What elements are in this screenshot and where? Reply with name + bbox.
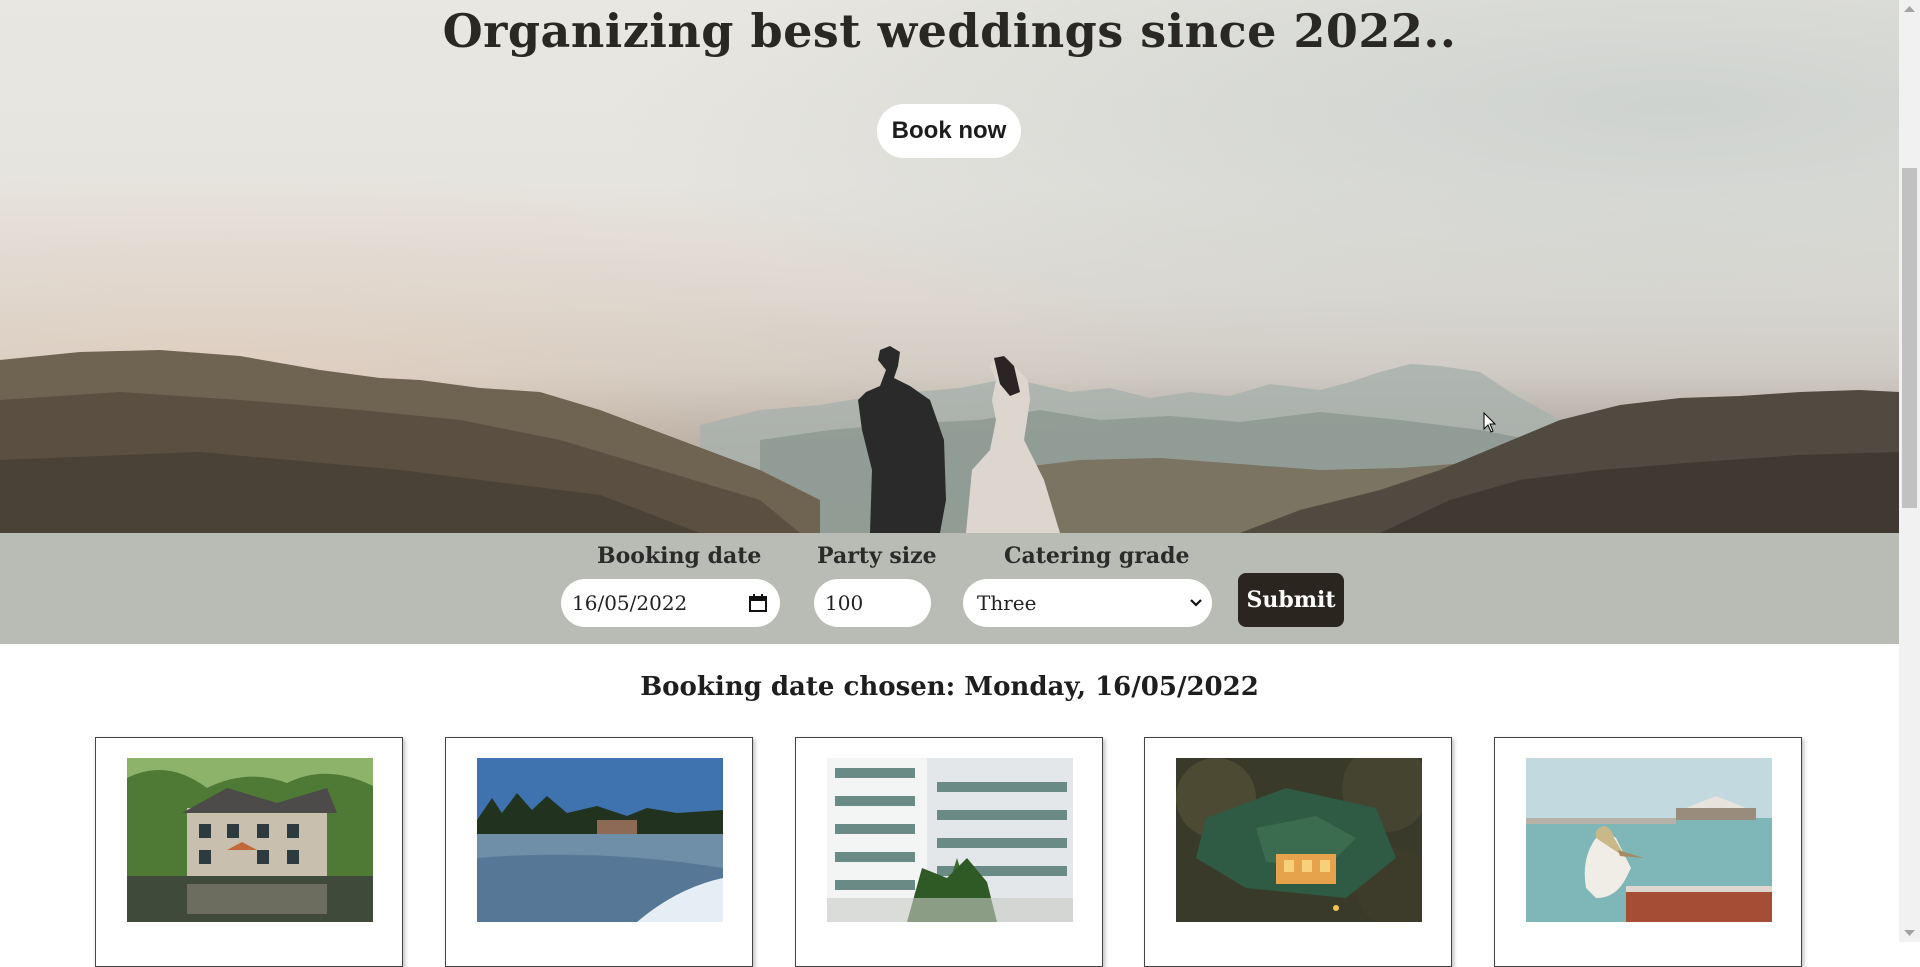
scrollbar-thumb[interactable] (1902, 168, 1917, 508)
scroll-up-arrow-icon[interactable] (1904, 5, 1915, 13)
book-now-button[interactable]: Book now (877, 104, 1021, 158)
hero-title: Organizing best weddings since 2022.. (442, 4, 1457, 58)
hero-banner: Organizing best weddings since 2022.. Bo… (0, 0, 1899, 533)
booking-date-input[interactable]: 16/05/2022 (561, 579, 780, 627)
booking-form: Booking date 16/05/2022 Party size 100 C… (0, 533, 1899, 644)
catering-grade-value: Three (977, 591, 1037, 615)
party-size-value: 100 (825, 591, 864, 615)
chevron-down-icon (1190, 599, 1202, 607)
venue-image-lakeside-manor[interactable] (127, 758, 373, 922)
venue-card[interactable] (1494, 737, 1802, 967)
venue-card[interactable] (795, 737, 1103, 967)
hero-landscape-image (0, 346, 1899, 533)
booking-date-label: Booking date (597, 543, 762, 569)
venue-image-white-hotel[interactable] (827, 758, 1073, 922)
scroll-down-arrow-icon[interactable] (1904, 929, 1915, 937)
calendar-icon[interactable] (748, 593, 768, 613)
venue-image-pelican-pier[interactable] (1526, 758, 1772, 922)
catering-grade-select[interactable]: Three (963, 579, 1212, 627)
venue-card[interactable] (95, 737, 403, 967)
venue-image-forest-lodge[interactable] (1176, 758, 1422, 922)
venue-card[interactable] (1144, 737, 1452, 967)
booking-date-chosen-text: Booking date chosen: Monday, 16/05/2022 (640, 672, 1259, 702)
booking-date-value: 16/05/2022 (572, 591, 688, 615)
party-size-input[interactable]: 100 (814, 579, 931, 627)
venue-image-frozen-lake[interactable] (477, 758, 723, 922)
party-size-label: Party size (817, 543, 937, 569)
catering-grade-label: Catering grade (1004, 543, 1190, 569)
venue-card[interactable] (445, 737, 753, 967)
page-scrollbar[interactable] (1899, 0, 1920, 942)
mouse-cursor-icon (1483, 412, 1497, 433)
submit-button[interactable]: Submit (1238, 573, 1344, 627)
